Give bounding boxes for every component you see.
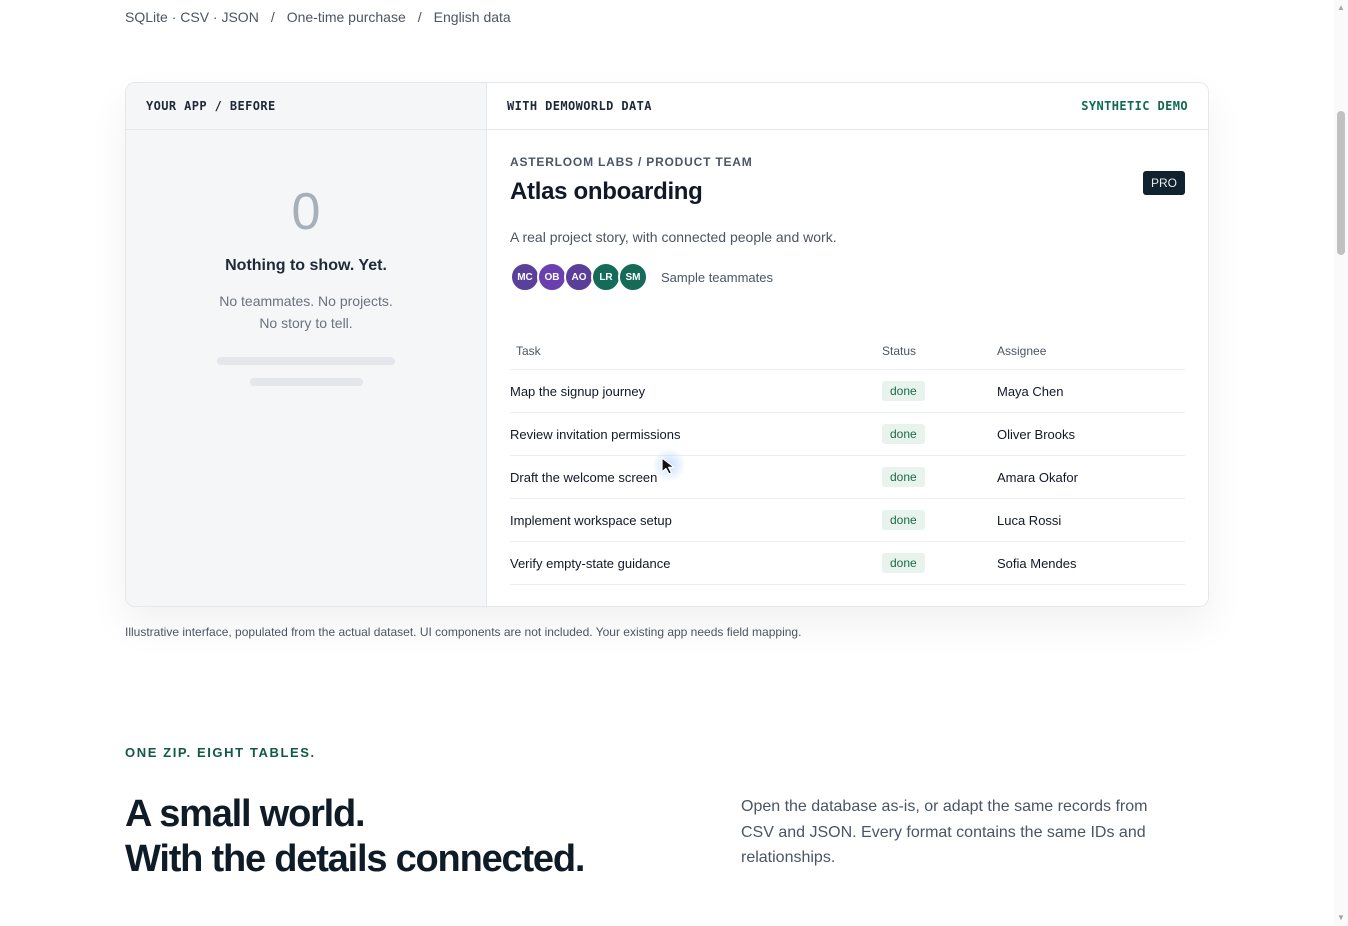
language-text: English data [433,9,511,25]
before-pane-header: YOUR APP / BEFORE [126,83,486,130]
empty-title: Nothing to show. Yet. [225,257,387,274]
after-pane-header: WITH DEMOWORLD DATA SYNTHETIC DEMO [487,83,1208,130]
status-cell: done [882,467,997,487]
format-breadcrumb: SQLite · CSV · JSON / One-time purchase / En… [125,9,511,25]
task-name: Implement workspace setup [510,512,672,528]
project-description: A real project story, with connected peo… [510,229,837,245]
assignee-name: Luca Rossi [997,512,1062,528]
status-cell: done [882,553,997,573]
assignee-name: Oliver Brooks [997,426,1076,442]
status-cell: done [882,381,997,401]
assignee-name: Amara Okafor [997,469,1078,485]
project-org: ASTERLOOM LABS / PRODUCT TEAM [510,155,753,169]
purchase-text: One-time purchase [286,9,406,25]
formats-text: SQLite · CSV · JSON [125,9,259,25]
scroll-up-arrow-icon[interactable]: ▲ [1336,3,1346,13]
section-headline: A small world. With the details connecte… [125,792,585,882]
table-row[interactable]: Map the signup journey done Maya Chen [510,370,1185,413]
comparison-caption: Illustrative interface, populated from t… [125,625,802,639]
avatar[interactable]: SM [618,262,648,292]
empty-line-2: No story to tell. [259,315,353,331]
assignee-name: Maya Chen [997,383,1064,399]
headline-line-1: A small world. [125,793,366,835]
project-title: Atlas onboarding [510,178,703,205]
empty-line-1: No teammates. No projects. [219,293,393,309]
assignee-name: Sofia Mendes [997,555,1077,571]
status-badge: done [882,467,925,487]
status-badge: done [882,510,925,530]
table-row[interactable]: Verify empty-state guidance done Sofia M… [510,542,1185,585]
skeleton-bar [217,357,395,365]
avatar[interactable]: OB [537,262,567,292]
after-pane: WITH DEMOWORLD DATA SYNTHETIC DEMO ASTER… [487,83,1208,606]
synthetic-demo-tag: SYNTHETIC DEMO [1081,99,1188,113]
scroll-down-arrow-icon[interactable]: ▼ [1336,913,1346,923]
status-badge: done [882,553,925,573]
empty-state: 0 Nothing to show. Yet. No teammates. No… [126,130,486,386]
project-card: ASTERLOOM LABS / PRODUCT TEAM Atlas onbo… [510,155,1185,292]
section-eyebrow: ONE ZIP. EIGHT TABLES. [125,745,316,760]
separator: / [417,9,422,25]
after-header-label: WITH DEMOWORLD DATA [507,99,652,113]
headline-line-2: With the details connected. [125,838,585,880]
before-pane: YOUR APP / BEFORE 0 Nothing to show. Yet… [126,83,487,606]
skeleton-bar [249,378,363,386]
status-cell: done [882,510,997,530]
task-name: Draft the welcome screen [510,469,658,485]
status-badge: done [882,424,925,444]
before-header-label: YOUR APP / BEFORE [146,99,276,113]
column-header-status: Status [882,344,917,358]
table-header: Task Status Assignee [510,333,1185,370]
table-row[interactable]: Review invitation permissions done Olive… [510,413,1185,456]
avatar[interactable]: MC [510,262,540,292]
page-scrollbar[interactable]: ▲ ▼ [1334,0,1348,926]
team-label: Sample teammates [661,269,773,285]
task-table: Task Status Assignee Map the signup jour… [510,333,1185,585]
task-name: Map the signup journey [510,383,646,399]
task-name: Review invitation permissions [510,426,681,442]
status-cell: done [882,424,997,444]
empty-count: 0 [291,183,321,241]
mouse-pointer-icon [661,457,675,475]
pro-badge: PRO [1142,171,1185,195]
scroll-thumb[interactable] [1337,111,1345,255]
separator: / [270,9,275,25]
section-lede: Open the database as-is, or adapt the sa… [741,798,1148,866]
avatar[interactable]: AO [564,262,594,292]
task-name: Verify empty-state guidance [510,555,671,571]
table-row[interactable]: Draft the welcome screen done Amara Okaf… [510,456,1185,499]
empty-description: No teammates. No projects. No story to t… [126,290,486,334]
column-header-assignee: Assignee [997,344,1047,358]
table-row[interactable]: Implement workspace setup done Luca Ross… [510,499,1185,542]
avatar[interactable]: LR [591,262,621,292]
team-row: MC OB AO LR SM Sample teammates [510,262,1185,292]
before-after-comparison: YOUR APP / BEFORE 0 Nothing to show. Yet… [125,82,1209,607]
column-header-task: Task [516,344,541,358]
status-badge: done [882,381,925,401]
